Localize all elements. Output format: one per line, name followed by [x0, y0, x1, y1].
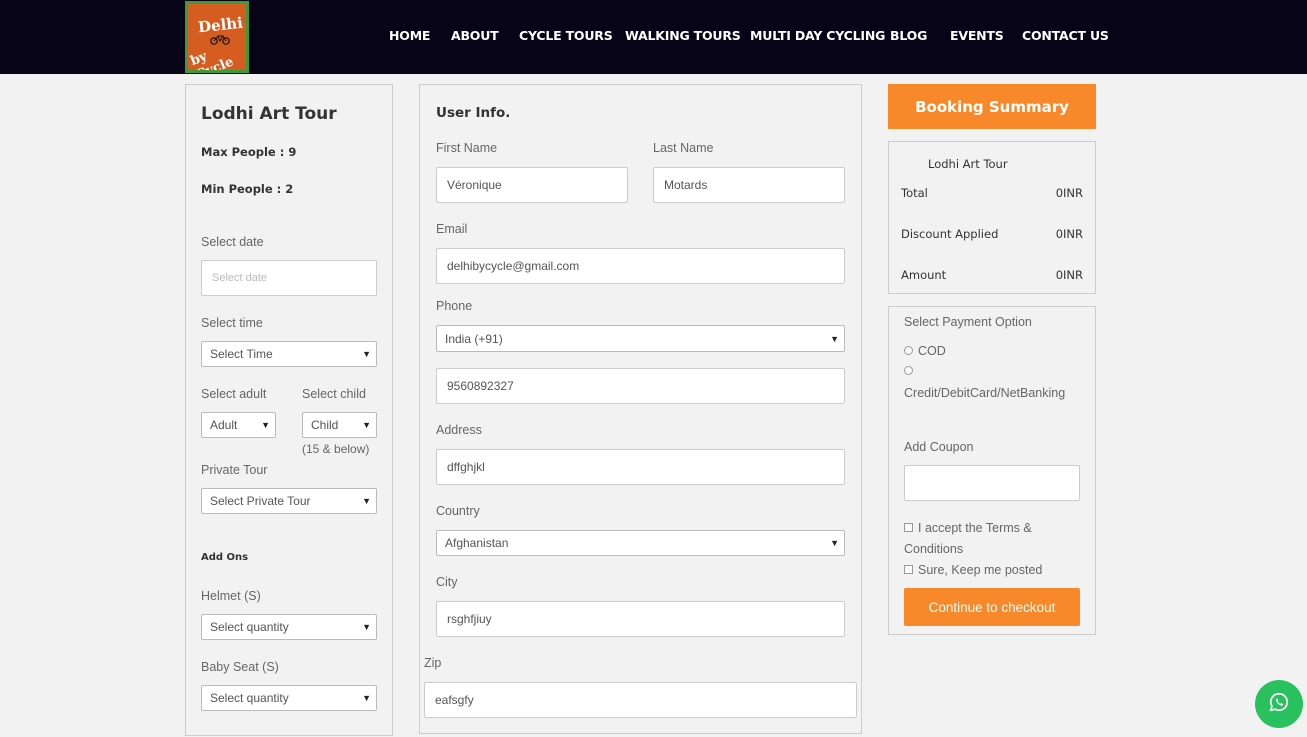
last-name-label: Last Name — [653, 141, 714, 155]
phone-label: Phone — [436, 299, 473, 313]
nav-cycle-tours[interactable]: CYCLE TOURS — [519, 28, 613, 43]
adult-label: Select adult — [201, 387, 267, 401]
whatsapp-icon — [1268, 691, 1290, 718]
booking-summary-panel: Lodhi Art Tour Total 0INR Discount Appli… — [888, 141, 1096, 294]
date-label: Select date — [201, 235, 264, 249]
nav-walking-tours[interactable]: WALKING TOURS — [625, 28, 741, 43]
summary-amount-value: 0INR — [1055, 268, 1083, 282]
cod-radio[interactable] — [904, 346, 913, 355]
phone-input[interactable]: 9560892327 — [436, 368, 845, 404]
continue-to-checkout-button[interactable]: Continue to checkout — [904, 588, 1080, 626]
child-age-note: (15 & below) — [302, 442, 370, 456]
payment-panel: Select Payment Option COD Credit/DebitCa… — [888, 306, 1096, 635]
nav-multi-day-cycling[interactable]: MULTI DAY CYCLING — [750, 28, 885, 43]
nav-events[interactable]: EVENTS — [950, 28, 1004, 43]
summary-amount-row: Amount 0INR — [901, 268, 1083, 282]
chevron-down-icon: ▼ — [261, 420, 270, 430]
summary-discount-label: Discount Applied — [901, 227, 999, 241]
chevron-down-icon: ▼ — [362, 420, 371, 430]
site-logo[interactable]: Delhi by Cycle — [185, 1, 249, 73]
country-select[interactable]: Afghanistan ▼ — [436, 530, 845, 556]
summary-tour-name: Lodhi Art Tour — [928, 157, 1008, 171]
summary-amount-label: Amount — [901, 268, 947, 282]
coupon-label: Add Coupon — [904, 440, 974, 454]
city-input[interactable]: rsghfjiuy — [436, 601, 845, 637]
private-tour-label: Private Tour — [201, 463, 268, 477]
adult-select[interactable]: Adult ▼ — [201, 412, 276, 438]
addons-heading: Add Ons — [201, 552, 249, 563]
last-name-input[interactable]: Motards — [653, 167, 845, 203]
first-name-label: First Name — [436, 141, 498, 155]
terms-checkbox[interactable] — [904, 523, 913, 532]
email-input[interactable]: delhibycycle@gmail.com — [436, 248, 845, 284]
time-label: Select time — [201, 316, 263, 330]
top-navbar: Delhi by Cycle HOME ABOUT CYCLE TOURS WA… — [0, 0, 1307, 74]
chevron-down-icon: ▼ — [830, 538, 839, 548]
terms-label-line1: I accept the Terms & — [918, 521, 1032, 535]
time-select[interactable]: Select Time ▼ — [201, 341, 377, 367]
baby-seat-quantity-value: Select quantity — [210, 691, 289, 705]
logo-badge: Delhi by Cycle — [188, 4, 246, 70]
helmet-quantity-select[interactable]: Select quantity ▼ — [201, 614, 377, 640]
child-select-value: Child — [311, 418, 339, 432]
min-people: Min People : 2 — [201, 182, 294, 196]
country-select-value: Afghanistan — [445, 536, 509, 550]
address-input[interactable]: dffghjkl — [436, 449, 845, 485]
address-label: Address — [436, 423, 482, 437]
nav-contact-us[interactable]: CONTACT US — [1022, 28, 1109, 43]
logo-text-line1: Delhi — [197, 13, 244, 37]
summary-total-value: 0INR — [1055, 186, 1083, 200]
helmet-label: Helmet (S) — [201, 589, 261, 603]
summary-total-label: Total — [901, 186, 928, 200]
child-select[interactable]: Child ▼ — [302, 412, 377, 438]
private-tour-select[interactable]: Select Private Tour ▼ — [201, 488, 377, 514]
chevron-down-icon: ▼ — [362, 349, 371, 359]
whatsapp-button[interactable] — [1255, 680, 1303, 728]
nav-about[interactable]: ABOUT — [451, 28, 499, 43]
max-people: Max People : 9 — [201, 145, 297, 159]
baby-seat-quantity-select[interactable]: Select quantity ▼ — [201, 685, 377, 711]
keep-posted-label: Sure, Keep me posted — [918, 563, 1043, 577]
tour-title: Lodhi Art Tour — [201, 104, 337, 124]
date-input[interactable]: Select date — [201, 260, 377, 296]
city-label: City — [436, 575, 458, 589]
coupon-input[interactable] — [904, 465, 1080, 501]
phone-country-select[interactable]: India (+91) ▼ — [436, 325, 845, 352]
adult-select-value: Adult — [210, 418, 238, 432]
card-radio[interactable] — [904, 366, 913, 375]
helmet-quantity-value: Select quantity — [210, 620, 289, 634]
phone-country-value: India (+91) — [445, 331, 503, 346]
zip-input[interactable]: eafsgfy — [424, 682, 857, 718]
payment-option-heading: Select Payment Option — [904, 315, 1032, 329]
user-info-heading: User Info. — [436, 105, 511, 121]
summary-discount-value: 0INR — [1055, 227, 1083, 241]
nav-blog[interactable]: BLOG — [890, 28, 927, 43]
booking-summary-header: Booking Summary — [888, 84, 1096, 129]
private-tour-select-value: Select Private Tour — [210, 494, 311, 508]
baby-seat-label: Baby Seat (S) — [201, 660, 279, 674]
chevron-down-icon: ▼ — [362, 693, 371, 703]
zip-label: Zip — [424, 656, 442, 670]
chevron-down-icon: ▼ — [830, 333, 839, 344]
first-name-input[interactable]: Véronique — [436, 167, 628, 203]
chevron-down-icon: ▼ — [362, 622, 371, 632]
country-label: Country — [436, 504, 480, 518]
email-label: Email — [436, 222, 468, 236]
time-select-value: Select Time — [210, 347, 273, 361]
card-label: Credit/DebitCard/NetBanking — [904, 386, 1066, 400]
summary-total-row: Total 0INR — [901, 186, 1083, 200]
summary-discount-row: Discount Applied 0INR — [901, 227, 1083, 241]
child-label: Select child — [302, 387, 366, 401]
cod-label: COD — [918, 344, 946, 358]
chevron-down-icon: ▼ — [362, 496, 371, 506]
keep-posted-checkbox[interactable] — [904, 565, 913, 574]
user-info-panel: User Info. First Name Last Name Véroniqu… — [419, 84, 862, 734]
nav-home[interactable]: HOME — [389, 28, 430, 43]
terms-label-line2[interactable]: Conditions — [904, 542, 963, 556]
tour-options-panel: Lodhi Art Tour Max People : 9 Min People… — [185, 84, 393, 736]
